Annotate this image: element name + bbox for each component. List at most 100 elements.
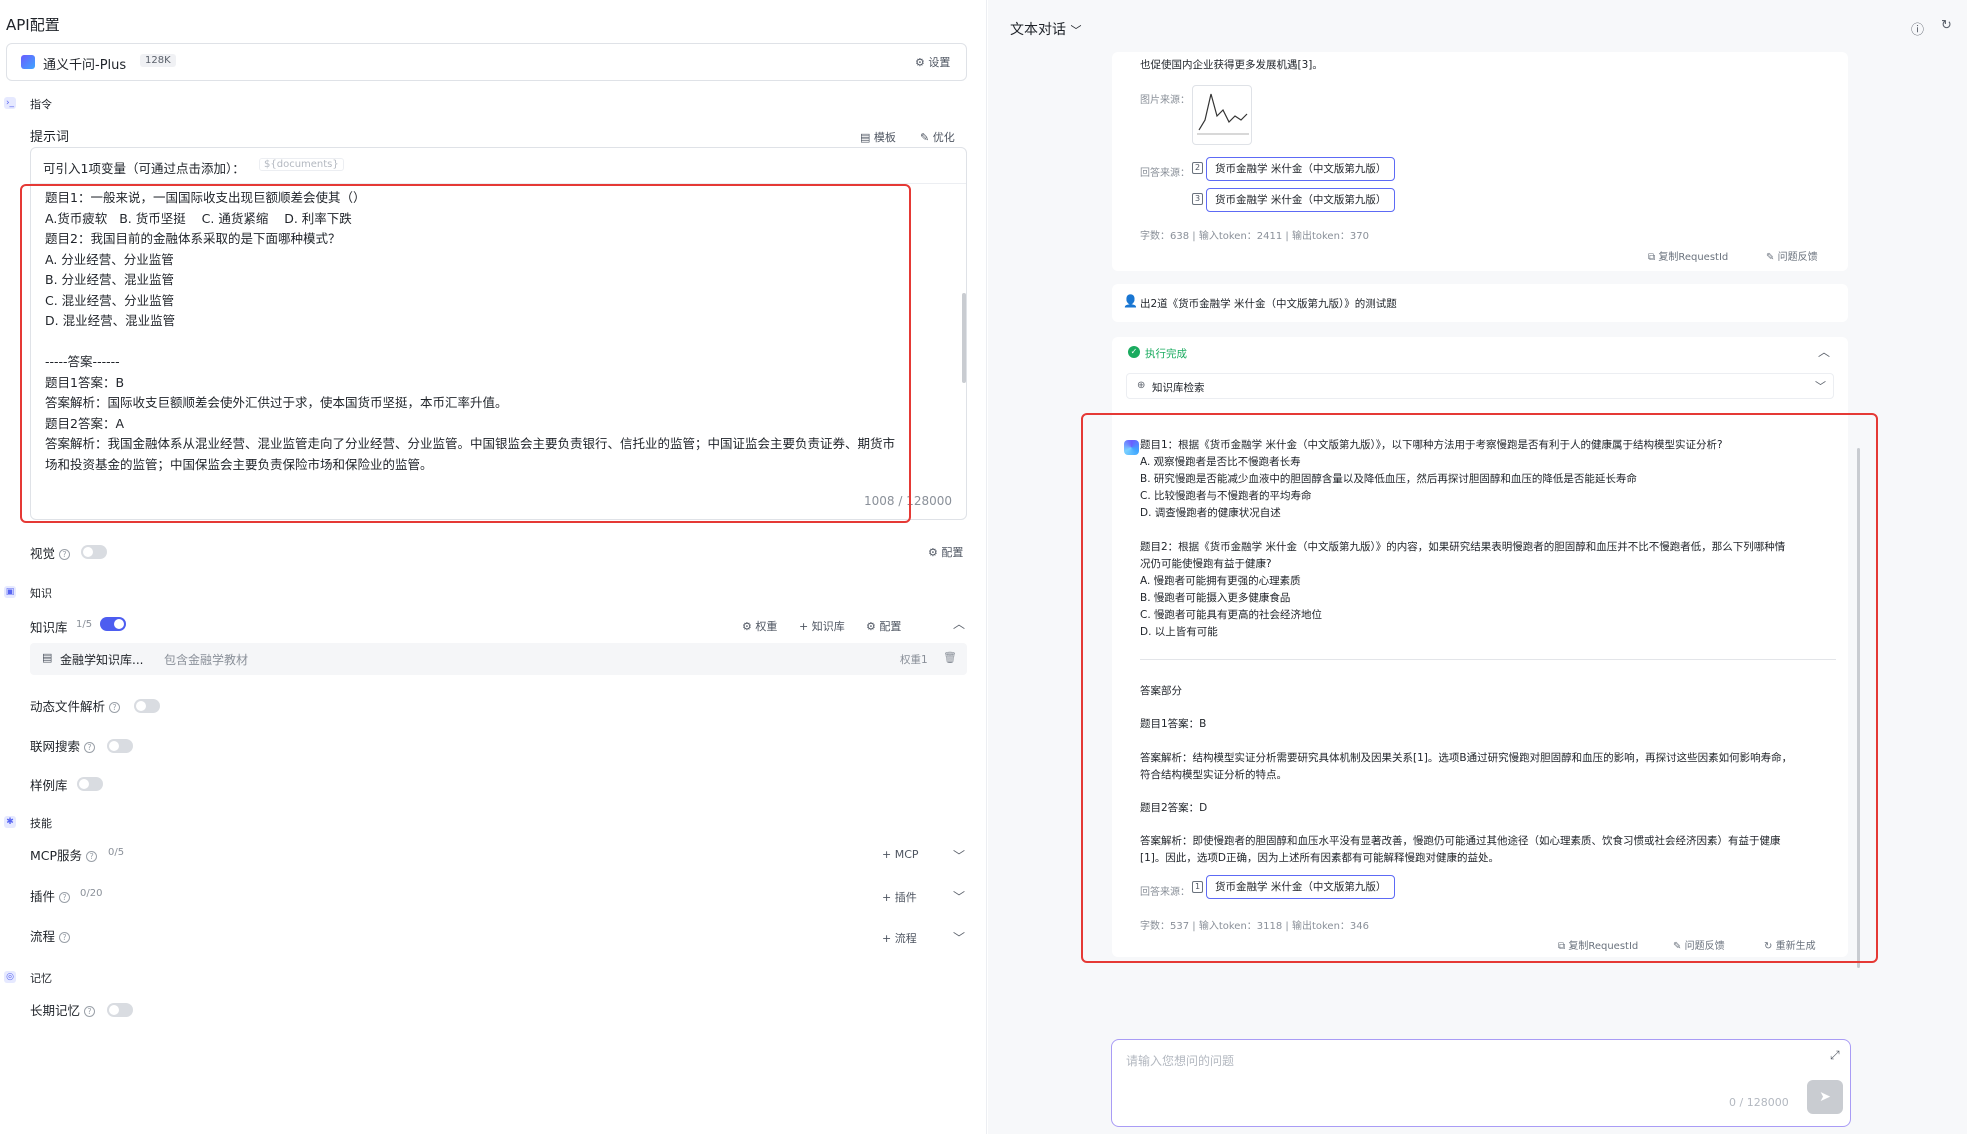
model-context-badge: 128K xyxy=(140,54,176,67)
trash-icon[interactable]: 🗑 xyxy=(943,651,957,664)
memory-section-icon: ◎ xyxy=(4,971,16,983)
sample-lib-row: 样例库 xyxy=(30,778,68,793)
model-settings-button[interactable]: ⚙ 设置 xyxy=(915,54,950,70)
answer-1: 题目1答案：B xyxy=(1140,718,1207,730)
plugin-add-button[interactable]: + 插件 xyxy=(882,889,917,905)
kb-config-button[interactable]: ⚙ 配置 xyxy=(866,618,901,634)
chat-input-placeholder[interactable]: 请输入您想问的问题 xyxy=(1126,1052,1234,1069)
prompt-label: 提示词 xyxy=(30,130,70,145)
prompt-line: D. 混业经营、混业监管 xyxy=(45,313,176,328)
answer-1-explanation-line: 答案解析：结构模型实证分析需要研究具体机制及因果关系[1]。选项B通过研究慢跑对… xyxy=(1140,752,1793,764)
prev-feedback-button[interactable]: ✎ 问题反馈 xyxy=(1766,248,1818,263)
vision-toggle[interactable] xyxy=(81,545,107,559)
help-icon: ? xyxy=(84,742,96,753)
mcp-add-button[interactable]: + MCP xyxy=(882,848,919,861)
template-button[interactable]: ▤ 模板 xyxy=(860,129,896,145)
chat-input[interactable]: 请输入您想问的问题 ⤢ 0 / 128000 ➤ xyxy=(1111,1039,1851,1127)
refresh-icon[interactable]: ↻ xyxy=(1941,18,1952,33)
kb-collapse-chevron-up-icon[interactable]: ︿ xyxy=(953,615,965,632)
prev-source-pill[interactable]: 货币金融学 米什金（中文版第九版） xyxy=(1206,157,1396,181)
plugin-chevron-down-icon[interactable]: ﹀ xyxy=(953,888,965,905)
dynamic-file-row: 动态文件解析? xyxy=(30,696,121,715)
variables-hint: 可引入1项变量（可通过点击添加）： xyxy=(43,161,245,176)
prev-source-pill[interactable]: 货币金融学 米什金（中文版第九版） xyxy=(1206,188,1396,212)
copy-requestid-button[interactable]: ⧉ 复制RequestId xyxy=(1558,937,1638,952)
prompt-scrollbar[interactable] xyxy=(962,293,966,383)
source-thumbnail[interactable] xyxy=(1192,85,1252,145)
prompt-line: -----答案------ xyxy=(45,354,120,369)
gear-icon: ⚙ xyxy=(928,546,938,559)
prompt-char-count: 1008 / 128000 xyxy=(863,494,952,508)
send-icon: ➤ xyxy=(1819,1089,1831,1105)
answer-question-line: 题目2：根据《货币金融学 米什金（中文版第九版）》的内容，如果研究结果表明慢跑者… xyxy=(1140,541,1786,553)
status-done: 执行完成 xyxy=(1145,348,1187,360)
answer-2-explanation-line: 答案解析：即使慢跑者的胆固醇和血压水平没有显著改善，慢跑仍可能通过其他途径（如心… xyxy=(1140,835,1781,847)
chat-panel: 文本对话 ﹀ ⓘ ↻ 也促使国内企业获得更多发展机遇[3]。 图片来源： 回答来… xyxy=(988,0,1967,1134)
prev-source-number[interactable]: 2 xyxy=(1192,162,1203,174)
variables-bar: 可引入1项变量（可通过点击添加）： ${documents} xyxy=(31,148,966,184)
source-pill[interactable]: 货币金融学 米什金（中文版第九版） xyxy=(1206,875,1396,899)
vision-config-button[interactable]: ⚙ 配置 xyxy=(928,544,963,560)
sample-lib-toggle[interactable] xyxy=(77,777,103,791)
regenerate-button[interactable]: ↻ 重新生成 xyxy=(1764,937,1816,952)
info-icon[interactable]: ⓘ xyxy=(1911,19,1924,38)
mcp-row: MCP服务? xyxy=(30,845,98,864)
feedback-button[interactable]: ✎ 问题反馈 xyxy=(1673,937,1725,952)
variable-tag[interactable]: ${documents} xyxy=(259,158,344,171)
plugin-count: 0/20 xyxy=(80,888,103,899)
expand-icon[interactable]: ⤢ xyxy=(1830,1048,1840,1063)
check-circle-icon: ✓ xyxy=(1128,346,1140,358)
kb-toggle[interactable] xyxy=(100,617,126,631)
chat-input-count: 0 / 128000 xyxy=(1729,1096,1789,1109)
gear-icon: ⚙ xyxy=(866,620,876,633)
answer-question-line: 况仍可能使慢跑有益于健康? xyxy=(1140,558,1272,570)
web-search-toggle[interactable] xyxy=(107,739,133,753)
prompt-line: 题目1：一般来说，一国国际收支出现巨额顺差会使其（） xyxy=(45,190,366,205)
chat-scrollbar[interactable] xyxy=(1857,448,1860,968)
flow-add-button[interactable]: + 流程 xyxy=(882,930,917,946)
answer-part-title: 答案部分 xyxy=(1140,685,1182,697)
prompt-line: 答案解析：我国金融体系从混业经营、混业监管走向了分业经营、分业监管。中国银监会主… xyxy=(45,436,896,451)
dynamic-file-toggle[interactable] xyxy=(134,699,160,713)
answer-question-line: 题目1：根据《货币金融学 米什金（中文版第九版）》，以下哪种方法用于考察慢跑是否… xyxy=(1140,439,1723,451)
prompt-line: C. 混业经营、分业监管 xyxy=(45,292,175,308)
prompt-editor[interactable]: 可引入1项变量（可通过点击添加）： ${documents} 题目1：一般来说，… xyxy=(30,147,967,520)
user-message: 👤 出2道《货币金融学 米什金（中文版第九版）》的测试题 xyxy=(1112,284,1848,322)
kb-count: 1/5 xyxy=(76,619,93,630)
help-icon: ? xyxy=(84,1006,96,1017)
prompt-text[interactable]: 题目1：一般来说，一国国际收支出现巨额顺差会使其（） A.货币疲软 B. 货币坚挺… xyxy=(45,188,965,478)
knowledge-section-title: 知识 xyxy=(30,587,52,600)
model-logo-icon xyxy=(21,55,35,69)
user-avatar-icon: 👤 xyxy=(1123,294,1138,308)
answer-question-line: D. 以上皆有可能 xyxy=(1140,626,1218,638)
answer-question-line: D. 调查慢跑者的健康状况自述 xyxy=(1140,507,1281,519)
plugin-row: 插件? xyxy=(30,886,71,905)
kb-add-button[interactable]: + 知识库 xyxy=(799,618,845,634)
prompt-line: 题目2：我国目前的金融体系采取的是下面哪种模式？ xyxy=(45,231,341,246)
mode-selector[interactable]: 文本对话 ﹀ xyxy=(1010,19,1081,39)
refresh-icon: ↻ xyxy=(1764,941,1773,952)
answer-question-line: A. 观察慢跑者是否比不慢跑者长寿 xyxy=(1140,456,1301,468)
collapse-chevron-up-icon[interactable]: ︿ xyxy=(1818,343,1830,360)
image-source-label: 图片来源： xyxy=(1140,95,1190,106)
skills-section-title: 技能 xyxy=(30,817,52,830)
kb-item-desc: 包含金融学教材 xyxy=(164,653,249,667)
answer-2: 题目2答案：D xyxy=(1140,802,1208,814)
plus-icon: + xyxy=(799,620,809,633)
longmem-toggle[interactable] xyxy=(107,1003,133,1017)
optimize-button[interactable]: ✎ 优化 xyxy=(920,129,955,145)
flow-chevron-down-icon[interactable]: ﹀ xyxy=(953,929,965,946)
kb-search-step[interactable]: ⊕ 知识库检索 ﹀ xyxy=(1126,373,1834,399)
prev-source-number[interactable]: 3 xyxy=(1192,193,1203,205)
kb-item[interactable]: ▤ 金融学知识库... 包含金融学教材 权重1 🗑 xyxy=(30,643,967,675)
kb-weight-button[interactable]: ⚙ 权重 xyxy=(742,618,777,634)
prev-copy-requestid-button[interactable]: ⧉ 复制RequestId xyxy=(1648,248,1728,263)
source-number[interactable]: 1 xyxy=(1192,881,1203,893)
instruction-section-icon: ›_ xyxy=(4,97,16,109)
model-selector[interactable]: 通义千问-Plus 128K ⚙ 设置 xyxy=(6,43,967,81)
chevron-down-icon: ﹀ xyxy=(1815,380,1826,393)
send-button[interactable]: ➤ xyxy=(1807,1080,1843,1114)
mcp-chevron-down-icon[interactable]: ﹀ xyxy=(953,847,965,864)
longmem-row: 长期记忆? xyxy=(30,1000,96,1019)
optimize-icon: ✎ xyxy=(920,131,930,144)
